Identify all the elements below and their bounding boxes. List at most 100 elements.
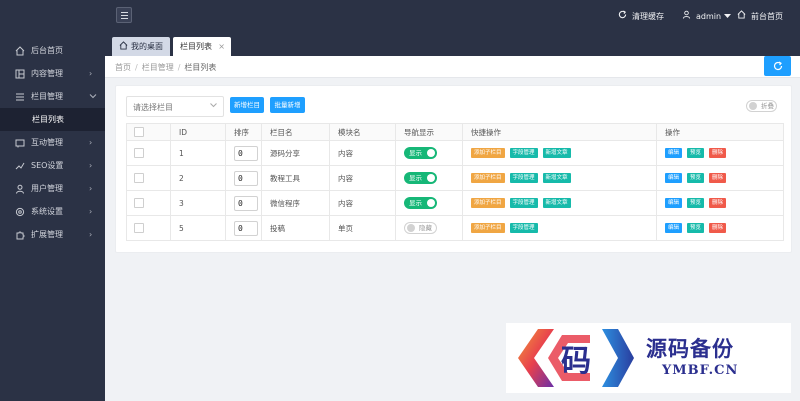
sidebar-item-users[interactable]: 用户管理 › [0, 177, 105, 200]
row-checkbox[interactable] [134, 173, 144, 183]
field-manage-button[interactable]: 字段管理 [509, 148, 538, 158]
top-header: 清理缓存 admin 前台首页 [105, 0, 800, 31]
chevron-right-icon: › [89, 161, 93, 170]
quick-actions-cell: 添加子栏目 字段管理 新增文章 [462, 140, 657, 166]
clear-cache-button[interactable]: 清理缓存 [618, 10, 664, 22]
breadcrumb-item[interactable]: 栏目管理 [142, 63, 174, 72]
edit-button[interactable]: 编辑 [665, 148, 683, 158]
close-icon[interactable]: × [218, 42, 225, 51]
batch-add-button[interactable]: 批量新增 [270, 97, 305, 113]
sort-input[interactable]: 0 [234, 220, 258, 236]
user-icon [682, 10, 691, 22]
sidebar-item-column-list[interactable]: 栏目列表 [0, 108, 105, 131]
refresh-icon [618, 10, 627, 22]
nav-toggle[interactable]: 显示 [404, 147, 437, 159]
sidebar-item-system[interactable]: 系统设置 › [0, 200, 105, 223]
delete-button[interactable]: 删除 [709, 198, 727, 208]
quick-actions-cell: 添加子栏目 字段管理 新增文章 [462, 165, 657, 191]
sidebar-toggle-button[interactable] [116, 7, 132, 23]
tab-label: 我的桌面 [131, 42, 163, 51]
sort-input[interactable]: 0 [234, 170, 258, 186]
chevron-down-icon [210, 102, 217, 110]
module-cell: 内容 [329, 140, 396, 166]
chevron-down-icon [89, 92, 97, 102]
refresh-button[interactable] [764, 56, 791, 76]
column-header: 操作 [656, 123, 784, 141]
front-home-label: 前台首页 [751, 11, 783, 21]
column-select[interactable]: 请选择栏目 [126, 96, 224, 117]
watermark-cn: 源码备份 [646, 336, 734, 361]
row-checkbox[interactable] [134, 198, 144, 208]
sidebar-item-dashboard[interactable]: 后台首页 [0, 39, 105, 62]
front-home-link[interactable]: 前台首页 [737, 10, 783, 22]
add-subcolumn-button[interactable]: 添加子栏目 [471, 148, 505, 158]
column-header: 快捷操作 [462, 123, 657, 141]
tab-column-list[interactable]: 栏目列表 × [173, 37, 231, 56]
edit-button[interactable]: 编辑 [665, 173, 683, 183]
edit-button[interactable]: 编辑 [665, 223, 683, 233]
table-row: 1 0 源码分享 内容 显示 添加子栏目 字段管理 新增文章 编辑 预览 删除 [126, 140, 784, 166]
new-article-button[interactable]: 新增文章 [542, 148, 571, 158]
field-manage-button[interactable]: 字段管理 [509, 173, 538, 183]
chevron-right-icon: › [89, 138, 93, 147]
nav-toggle[interactable]: 隐藏 [404, 222, 437, 234]
tab-desktop[interactable]: 我的桌面 [112, 37, 170, 56]
module-cell: 内容 [329, 165, 396, 191]
add-subcolumn-button[interactable]: 添加子栏目 [471, 198, 505, 208]
checkbox-cell [126, 165, 171, 191]
field-manage-button[interactable]: 字段管理 [509, 223, 538, 233]
id-cell: 5 [170, 215, 226, 241]
nav-cell: 显示 [395, 190, 463, 216]
preview-button[interactable]: 预览 [687, 223, 705, 233]
column-header: 模块名 [329, 123, 396, 141]
name-cell: 投稿 [261, 215, 330, 241]
row-checkbox[interactable] [134, 148, 144, 158]
sort-input[interactable]: 0 [234, 145, 258, 161]
sidebar-item-label: 栏目列表 [32, 115, 64, 124]
sidebar-item-interact[interactable]: 互动管理 › [0, 131, 105, 154]
column-table: ID 排序 栏目名 模块名 导航显示 快捷操作 操作 1 0 源码分享 内容 显… [126, 123, 784, 241]
add-column-button[interactable]: 新增栏目 [230, 97, 264, 113]
delete-button[interactable]: 删除 [709, 148, 727, 158]
new-article-button[interactable]: 新增文章 [542, 173, 571, 183]
edit-button[interactable]: 编辑 [665, 198, 683, 208]
content-icon [15, 69, 25, 79]
nav-toggle[interactable]: 显示 [404, 197, 437, 209]
user-icon [15, 184, 25, 194]
preview-button[interactable]: 预览 [687, 148, 705, 158]
breadcrumb-item[interactable]: 首页 [115, 63, 131, 72]
sidebar-item-content[interactable]: 内容管理 › [0, 62, 105, 85]
sort-input[interactable]: 0 [234, 195, 258, 211]
delete-button[interactable]: 删除 [709, 223, 727, 233]
column-select-placeholder: 请选择栏目 [133, 103, 173, 112]
new-article-button[interactable]: 新增文章 [542, 198, 571, 208]
nav-toggle[interactable]: 显示 [404, 172, 437, 184]
breadcrumb-bar: 首页 / 栏目管理 / 栏目列表 [105, 56, 800, 78]
operations-cell: 编辑 预览 删除 [656, 140, 784, 166]
sidebar-item-label: 栏目管理 [31, 92, 63, 101]
field-manage-button[interactable]: 字段管理 [509, 198, 538, 208]
user-menu[interactable]: admin [682, 10, 732, 22]
sidebar-item-seo[interactable]: SEO设置 › [0, 154, 105, 177]
toggle-knob [427, 149, 435, 157]
sidebar-item-label: 互动管理 [31, 138, 63, 147]
select-all-checkbox[interactable] [134, 127, 144, 137]
quick-actions-cell: 添加子栏目 字段管理 新增文章 [462, 190, 657, 216]
sidebar-item-columns[interactable]: 栏目管理 [0, 85, 105, 108]
nav-cell: 显示 [395, 140, 463, 166]
sidebar-item-label: 内容管理 [31, 69, 63, 78]
table-row: 2 0 教程工具 内容 显示 添加子栏目 字段管理 新增文章 编辑 预览 删除 [126, 165, 784, 191]
row-checkbox[interactable] [134, 223, 144, 233]
add-subcolumn-button[interactable]: 添加子栏目 [471, 173, 505, 183]
delete-button[interactable]: 删除 [709, 173, 727, 183]
preview-button[interactable]: 预览 [687, 173, 705, 183]
add-subcolumn-button[interactable]: 添加子栏目 [471, 223, 505, 233]
sidebar-item-label: 后台首页 [31, 46, 63, 55]
fold-toggle[interactable]: 折叠 [746, 100, 777, 112]
preview-button[interactable]: 预览 [687, 198, 705, 208]
nav-toggle-label: 显示 [409, 174, 422, 182]
nav-cell: 隐藏 [395, 215, 463, 241]
sidebar-item-extensions[interactable]: 扩展管理 › [0, 223, 105, 246]
caret-down-icon [724, 12, 732, 21]
chevron-right-icon: › [89, 69, 93, 78]
